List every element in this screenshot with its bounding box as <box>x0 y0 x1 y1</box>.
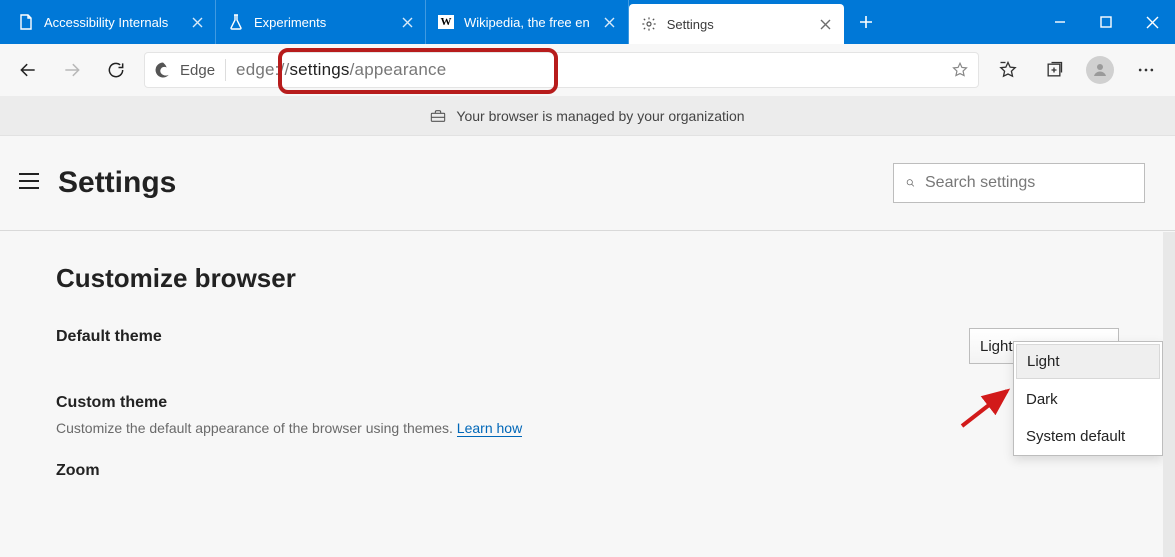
close-icon[interactable] <box>600 12 620 32</box>
briefcase-icon <box>430 109 446 123</box>
tab-label: Accessibility Internals <box>44 15 177 30</box>
section-title: Customize browser <box>56 263 1119 294</box>
back-button[interactable] <box>8 50 48 90</box>
managed-infobar: Your browser is managed by your organiza… <box>0 96 1175 136</box>
toolbar-right <box>987 50 1167 90</box>
tab-accessibility-internals[interactable]: Accessibility Internals <box>6 0 216 44</box>
close-icon[interactable] <box>187 12 207 32</box>
new-tab-button[interactable] <box>844 0 888 44</box>
page-title: Settings <box>58 166 176 200</box>
theme-option-system-default[interactable]: System default <box>1014 418 1162 455</box>
row-zoom: Zoom <box>56 462 1119 480</box>
settings-content: Customize browser Default theme Light Cu… <box>0 231 1175 557</box>
refresh-button[interactable] <box>96 50 136 90</box>
favorite-star-icon[interactable] <box>951 61 969 79</box>
collections-button[interactable] <box>1033 50 1075 90</box>
forward-button[interactable] <box>52 50 92 90</box>
close-window-button[interactable] <box>1129 0 1175 44</box>
theme-option-light[interactable]: Light <box>1016 344 1160 379</box>
custom-theme-sub: Customize the default appearance of the … <box>56 420 522 436</box>
search-settings[interactable] <box>893 163 1145 203</box>
infobar-text: Your browser is managed by your organiza… <box>456 108 744 124</box>
url-text: edge://settings/appearance <box>236 60 446 80</box>
titlebar: Accessibility Internals Experiments W Wi… <box>0 0 1175 44</box>
search-icon <box>906 174 915 192</box>
search-input[interactable] <box>925 174 1132 192</box>
close-icon[interactable] <box>397 12 417 32</box>
learn-how-link[interactable]: Learn how <box>457 420 522 437</box>
tab-settings[interactable]: Settings <box>629 4 844 44</box>
page-icon <box>18 14 34 30</box>
theme-dropdown: Light Dark System default <box>1013 341 1163 456</box>
favorites-button[interactable] <box>987 50 1029 90</box>
row-default-theme: Default theme Light <box>56 328 1119 364</box>
profile-button[interactable] <box>1079 50 1121 90</box>
row-custom-theme: Custom theme Customize the default appea… <box>56 394 1119 436</box>
tab-label: Settings <box>667 17 806 32</box>
address-bar[interactable]: Edge edge://settings/appearance <box>144 52 979 88</box>
divider <box>225 59 226 81</box>
custom-theme-label: Custom theme <box>56 394 522 412</box>
minimize-button[interactable] <box>1037 0 1083 44</box>
scrollbar[interactable] <box>1163 232 1175 557</box>
gear-icon <box>641 16 657 32</box>
toolbar: Edge edge://settings/appearance <box>0 44 1175 96</box>
theme-option-dark[interactable]: Dark <box>1014 381 1162 418</box>
edge-icon <box>154 61 172 79</box>
flask-icon <box>228 14 244 30</box>
theme-select-value: Light <box>980 338 1013 355</box>
tab-label: Experiments <box>254 15 387 30</box>
close-icon[interactable] <box>816 14 836 34</box>
tab-experiments[interactable]: Experiments <box>216 0 426 44</box>
window-controls <box>1037 0 1175 44</box>
more-button[interactable] <box>1125 50 1167 90</box>
wikipedia-icon: W <box>438 15 454 29</box>
tab-wikipedia[interactable]: W Wikipedia, the free en <box>426 0 629 44</box>
site-identity: Edge <box>154 61 215 79</box>
tab-label: Wikipedia, the free en <box>464 15 590 30</box>
avatar-icon <box>1086 56 1114 84</box>
site-label: Edge <box>180 62 215 79</box>
theme-label: Default theme <box>56 328 162 346</box>
settings-header: Settings <box>0 136 1175 231</box>
zoom-label: Zoom <box>56 462 100 480</box>
maximize-button[interactable] <box>1083 0 1129 44</box>
menu-button[interactable] <box>18 172 44 195</box>
